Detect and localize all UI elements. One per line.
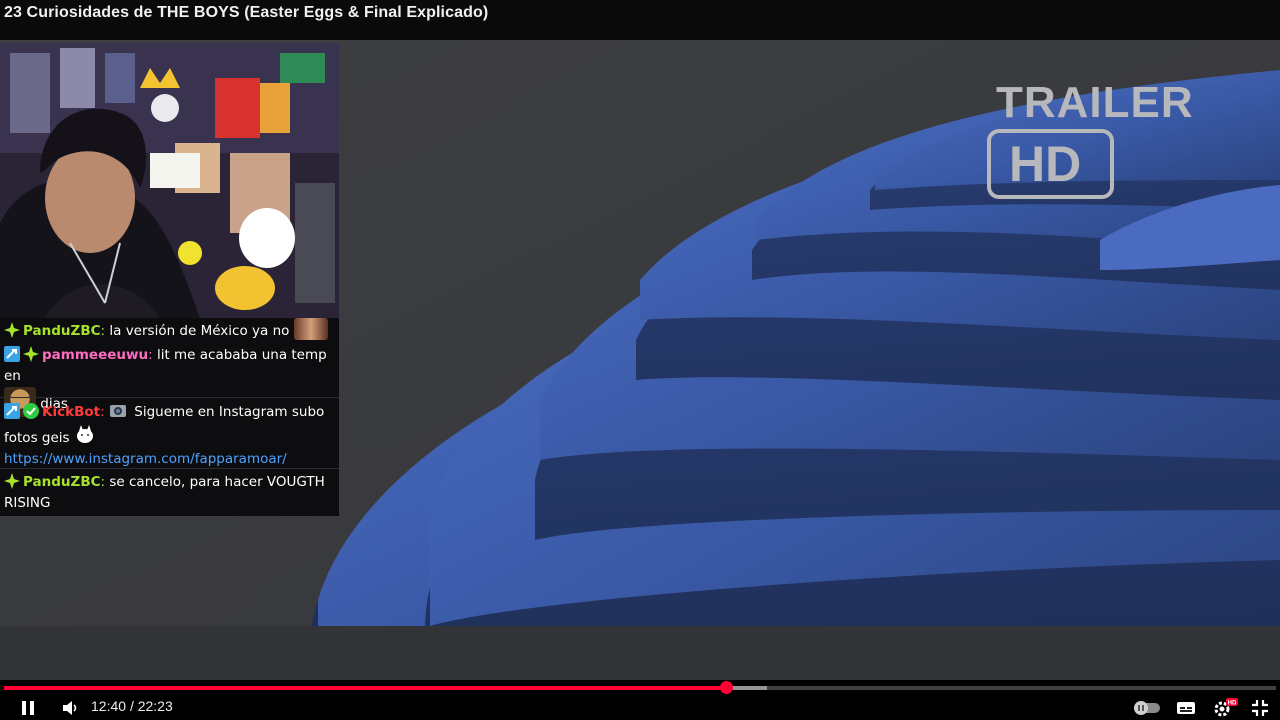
chat-message: PanduZBC: se cancelo, para hacer VOUGTH … (4, 472, 337, 514)
chat-message: KickBot: Sigueme en Instagram subo fotos… (4, 401, 337, 470)
hd-label: HD (1009, 136, 1082, 192)
exit-fullscreen-button[interactable] (1248, 696, 1272, 720)
chat-text: la versión de México ya no (109, 323, 290, 339)
autoplay-toggle-icon (1134, 701, 1160, 715)
progress-scrubber-knob[interactable] (720, 681, 734, 694)
chat-text: Sigueme en Instagram subo (134, 404, 325, 420)
chat-message: PanduZBC: la versión de México ya no (4, 318, 337, 342)
time-display: 12:40 / 22:23 (91, 698, 173, 714)
chat-divider (0, 397, 339, 398)
sparkle-badge-icon (4, 322, 20, 338)
progress-bar[interactable] (4, 681, 1276, 694)
chat-username[interactable]: KickBot (42, 404, 100, 420)
sparkle-badge-icon (23, 346, 39, 362)
settings-gear-icon: HD (1214, 698, 1238, 717)
volume-icon (63, 701, 77, 715)
pause-button[interactable] (14, 696, 42, 720)
chat-colon: : (100, 474, 106, 490)
chat-username[interactable]: PanduZBC (23, 474, 101, 490)
duration: 22:23 (137, 698, 173, 714)
video-title[interactable]: 23 Curiosidades de THE BOYS (Easter Eggs… (4, 4, 488, 22)
chat-colon: : (148, 347, 153, 363)
chat-link[interactable]: https://www.instagram.com/fapparamoar/ (4, 451, 287, 467)
webcam-image (0, 43, 339, 318)
subtitles-icon (1177, 702, 1195, 714)
progress-played (4, 686, 727, 690)
verified-badge-icon (23, 403, 39, 419)
chat-text-continued: RISING (4, 495, 51, 511)
chat-overlay: PanduZBC: la versión de México ya no pam… (0, 318, 339, 516)
cat-emoji-icon (74, 423, 96, 445)
exit-fullscreen-icon (1252, 700, 1268, 716)
chat-username[interactable]: pammeeeuwu (42, 347, 148, 363)
chat-text-continued: fotos geis (4, 430, 70, 446)
sparkle-badge-icon (4, 473, 20, 489)
trailer-label: TRAILER (996, 78, 1194, 127)
camera-emoji-icon (109, 401, 127, 419)
current-time: 12:40 (91, 698, 127, 714)
title-bar: 23 Curiosidades de THE BOYS (Easter Eggs… (0, 0, 1280, 40)
pause-icon (22, 701, 34, 715)
chat-text: se cancelo, para hacer VOUGTH (109, 474, 325, 490)
autoplay-toggle[interactable] (1130, 697, 1164, 719)
chat-username[interactable]: PanduZBC (23, 323, 101, 339)
chat-divider (0, 468, 339, 469)
moderator-badge-icon (4, 403, 20, 419)
subtitles-button[interactable] (1174, 697, 1198, 719)
chat-colon: : (100, 323, 106, 339)
settings-button[interactable]: HD (1210, 696, 1240, 720)
moderator-badge-icon (4, 346, 20, 362)
chat-colon: : (100, 404, 105, 420)
time-separator: / (129, 698, 134, 714)
hd-badge: HD (1228, 701, 1237, 707)
emote-image (293, 318, 328, 340)
streamer-webcam (0, 43, 339, 318)
volume-button[interactable] (56, 696, 84, 720)
